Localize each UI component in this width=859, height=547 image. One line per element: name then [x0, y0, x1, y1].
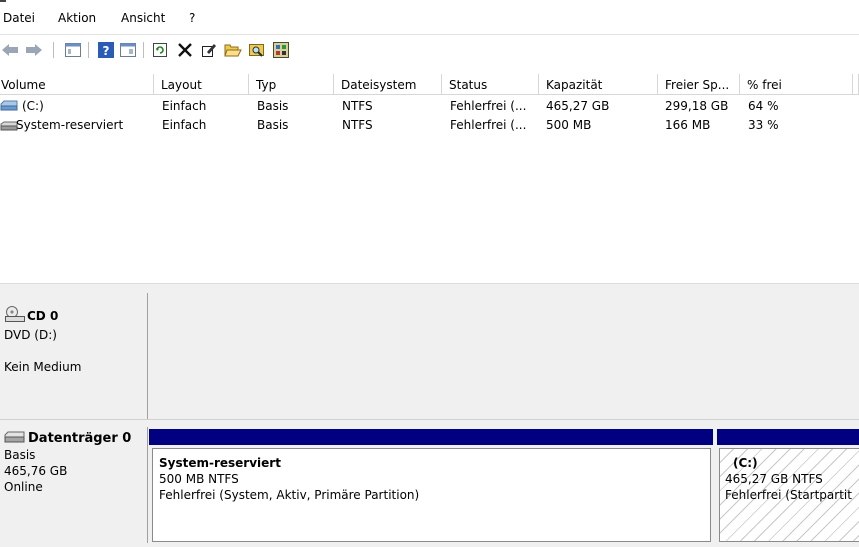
partition-bar-c: [717, 429, 859, 445]
table-row[interactable]: (C:) Einfach Basis NTFS Fehlerfrei (... …: [0, 97, 859, 115]
volume-percent-free: 64 %: [748, 99, 779, 113]
refresh-icon[interactable]: [150, 40, 170, 60]
help-icon[interactable]: ?: [96, 40, 116, 60]
column-header-kapazitaet[interactable]: Kapazität: [539, 74, 658, 95]
column-header-freier-speicher[interactable]: Freier Sp...: [658, 74, 740, 95]
partition-system-reserved[interactable]: System-reserviert 500 MB NTFS Fehlerfrei…: [152, 448, 711, 542]
column-header-layout[interactable]: Layout: [154, 74, 249, 95]
volume-filesystem: NTFS: [342, 118, 373, 132]
disk-size: 465,76 GB: [4, 464, 68, 478]
pane-splitter[interactable]: [0, 283, 859, 293]
column-header-status[interactable]: Status: [442, 74, 539, 95]
delete-icon[interactable]: [175, 40, 195, 60]
properties-sheet-icon[interactable]: [271, 40, 291, 60]
volume-layout: Einfach: [162, 118, 207, 132]
disk-name: Datenträger 0: [28, 431, 132, 446]
partition-name: System-reserviert: [159, 456, 281, 470]
properties-icon[interactable]: [118, 40, 138, 60]
volume-name: (C:): [22, 99, 44, 113]
column-header-dateisystem[interactable]: Dateisystem: [334, 74, 442, 95]
console-tree-icon[interactable]: [63, 40, 83, 60]
volume-type: Basis: [257, 99, 289, 113]
back-arrow-icon[interactable]: [0, 40, 20, 60]
column-header-prozent-frei[interactable]: % frei: [740, 74, 853, 95]
cd-drive-icon: [4, 305, 26, 327]
window-edge: [0, 0, 6, 2]
volume-capacity: 500 MB: [546, 118, 592, 132]
partition-size: 465,27 GB NTFS: [725, 472, 823, 486]
disk-status: Online: [4, 480, 43, 494]
column-header-filler: [853, 74, 859, 95]
menu-help[interactable]: ?: [189, 11, 195, 25]
disk-label-cd0[interactable]: CD 0 DVD (D:) Kein Medium: [0, 293, 148, 419]
toolbar-separator: [143, 42, 144, 58]
menu-aktion[interactable]: Aktion: [58, 11, 96, 25]
partition-status: Fehlerfrei (System, Aktiv, Primäre Parti…: [159, 488, 420, 502]
menu-ansicht[interactable]: Ansicht: [121, 11, 165, 25]
partition-name: (C:): [733, 456, 758, 470]
table-row[interactable]: System-reserviert Einfach Basis NTFS Feh…: [0, 116, 859, 134]
forward-arrow-icon[interactable]: [24, 40, 44, 60]
disk-name: CD 0: [27, 309, 59, 323]
disk-label-title: Datenträger 0: [4, 431, 143, 447]
volume-status: Fehlerfrei (...: [450, 99, 527, 113]
disk-label-title: CD 0: [4, 305, 143, 327]
toolbar-separator: [53, 42, 54, 58]
volume-layout: Einfach: [162, 99, 207, 113]
menu-bar: Datei Aktion Ansicht ?: [0, 0, 859, 34]
drive-icon: [0, 100, 20, 115]
toolbar-separator: [88, 42, 89, 58]
partition-status: Fehlerfrei (Startpartit: [725, 488, 852, 502]
cd0-area: [149, 293, 859, 419]
disk-type: Basis: [4, 448, 36, 462]
column-header-typ[interactable]: Typ: [249, 74, 334, 95]
volume-list: Volume Layout Typ Dateisystem Status Kap…: [0, 74, 859, 282]
disk-drive-letter: DVD (D:): [4, 328, 57, 342]
divider: [0, 419, 859, 420]
partition-c[interactable]: (C:) 465,27 GB NTFS Fehlerfrei (Startpar…: [719, 448, 859, 542]
svg-text:?: ?: [103, 44, 110, 58]
volume-status: Fehlerfrei (...: [450, 118, 527, 132]
volume-free-space: 299,18 GB: [665, 99, 729, 113]
partition-bar-system: [149, 429, 713, 445]
disk-label-disk0[interactable]: Datenträger 0 Basis 465,76 GB Online: [0, 427, 148, 543]
hard-disk-icon: [4, 431, 26, 447]
open-folder-icon[interactable]: [223, 40, 243, 60]
volume-capacity: 465,27 GB: [546, 99, 610, 113]
volume-filesystem: NTFS: [342, 99, 373, 113]
explore-icon[interactable]: [247, 40, 267, 60]
column-header-volume[interactable]: Volume: [0, 74, 154, 95]
volume-name: System-reserviert: [16, 118, 124, 132]
volume-type: Basis: [257, 118, 289, 132]
menu-datei[interactable]: Datei: [3, 11, 35, 25]
disk-media-status: Kein Medium: [4, 360, 82, 374]
edit-icon[interactable]: [199, 40, 219, 60]
volume-free-space: 166 MB: [665, 118, 711, 132]
toolbar: ?: [0, 34, 859, 64]
partition-size: 500 MB NTFS: [159, 472, 239, 486]
volume-percent-free: 33 %: [748, 118, 779, 132]
